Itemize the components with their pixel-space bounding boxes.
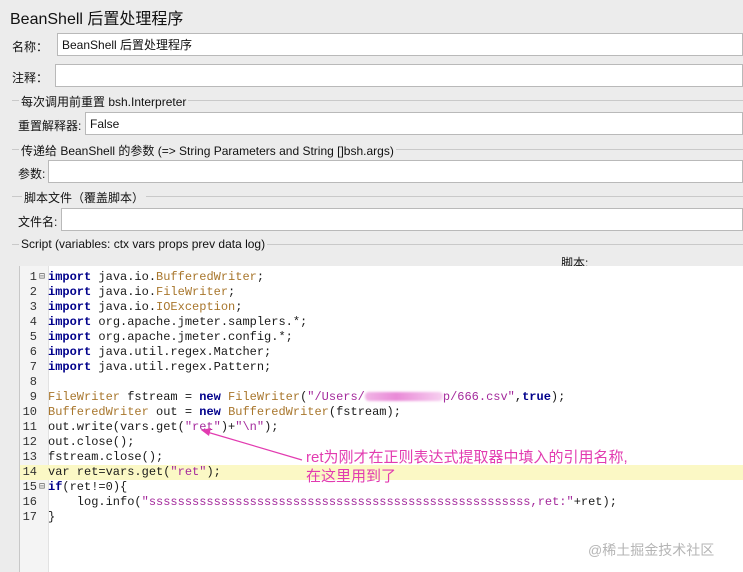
annotation-arrow (201, 428, 303, 461)
annotation-text: ret为刚才在正则表达式提取器中填入的引用名称, 在这里用到了 (306, 448, 628, 486)
watermark: @稀土掘金技术社区 (588, 542, 715, 558)
annotation-line-2: 在这里用到了 (306, 468, 397, 485)
annotation-line-1: ret为刚才在正则表达式提取器中填入的引用名称, (306, 449, 628, 466)
